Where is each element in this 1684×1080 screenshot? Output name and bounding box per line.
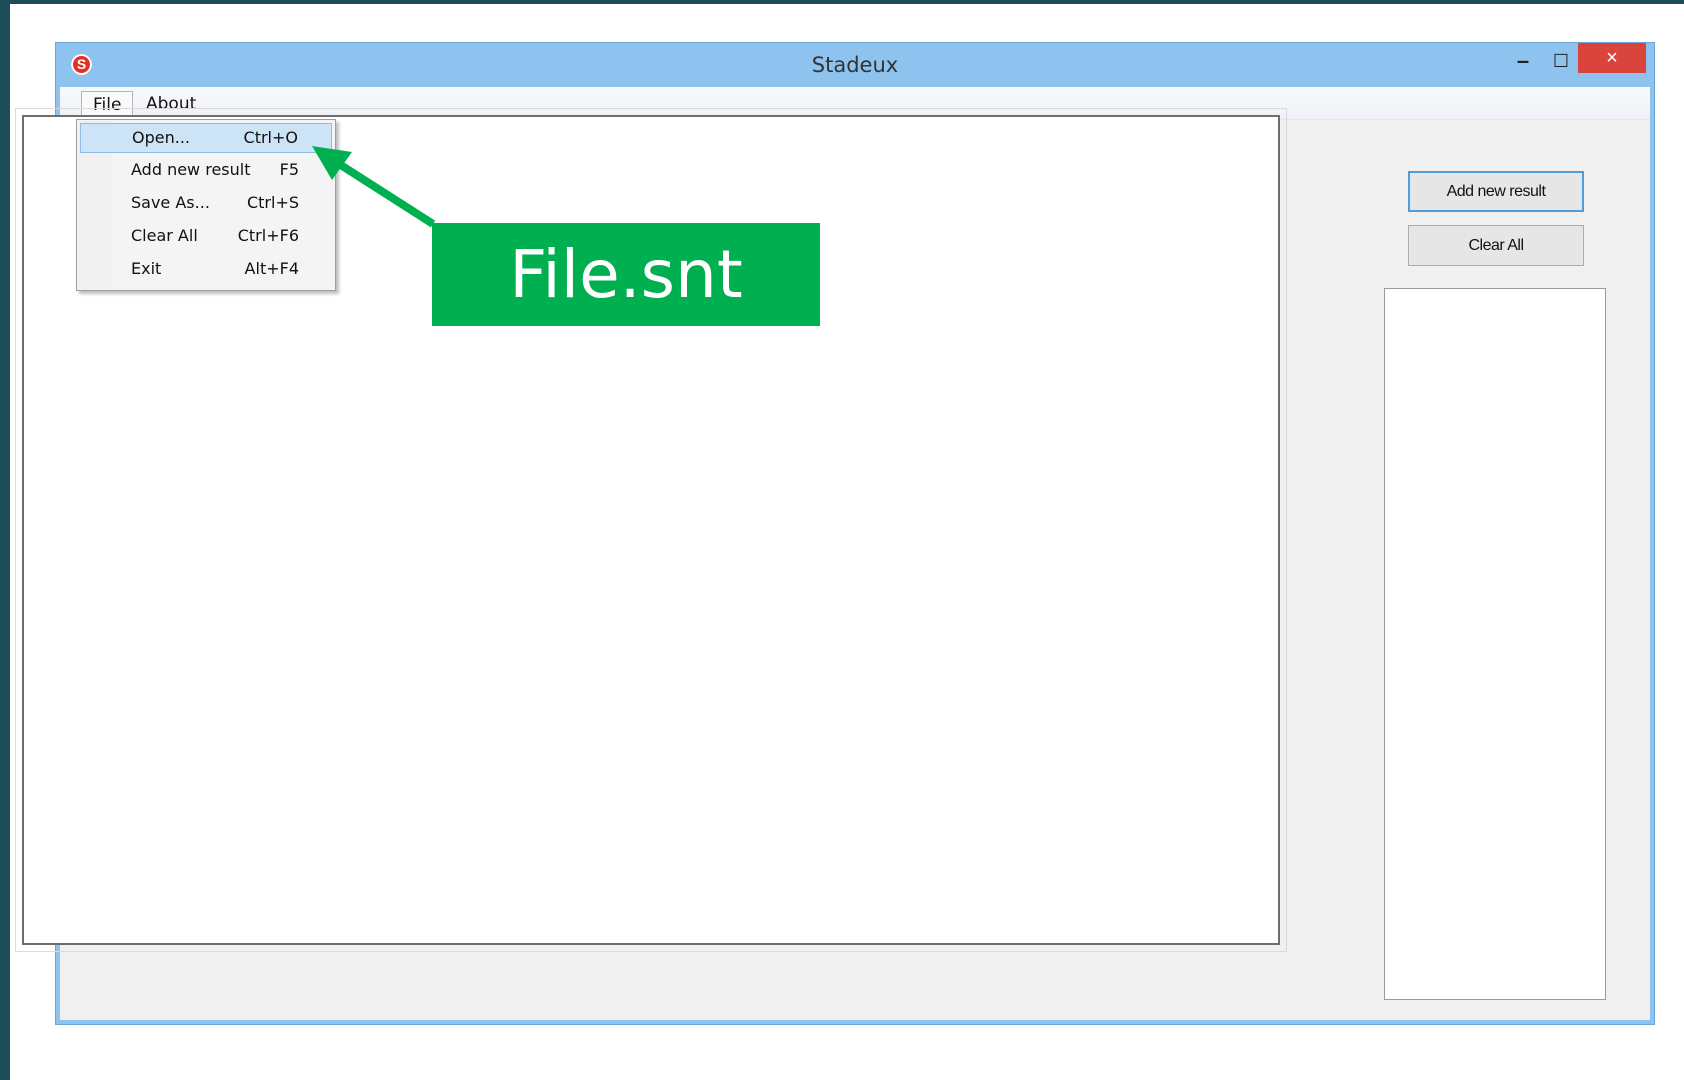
slide-left-bar [0,0,10,1080]
menu-item-clear-all[interactable]: Clear All Ctrl+F6 [80,221,332,251]
menu-item-shortcut: F5 [279,160,299,179]
add-new-result-button[interactable]: Add new result [1408,171,1584,212]
menu-item-label: Exit [131,259,162,278]
window-title: Stadeux [811,53,899,77]
annotation-callout: File.snt [432,223,820,326]
menu-item-shortcut: Alt+F4 [244,259,299,278]
menu-item-label: Add new result [131,160,251,179]
maximize-button[interactable]: ☐ [1546,49,1576,75]
menu-item-label: Save As... [131,193,210,212]
menu-item-label: Clear All [131,226,198,245]
menu-item-exit[interactable]: Exit Alt+F4 [80,254,332,284]
close-button[interactable]: × [1578,43,1646,73]
menu-item-save-as[interactable]: Save As... Ctrl+S [80,188,332,218]
menu-about[interactable]: About [146,91,196,118]
callout-text: File.snt [509,236,743,313]
results-list[interactable] [1384,288,1606,1000]
menu-item-add-new-result[interactable]: Add new result F5 [80,155,332,185]
file-dropdown-menu: Open... Ctrl+O Add new result F5 Save As… [76,119,336,291]
clear-all-button[interactable]: Clear All [1408,225,1584,266]
title-bar[interactable]: S Stadeux – ☐ × [56,43,1654,87]
slide-top-bar [0,0,1684,4]
menu-item-label: Open... [132,128,190,147]
menu-item-shortcut: Ctrl+S [246,193,299,212]
menu-item-open[interactable]: Open... Ctrl+O [80,123,332,153]
menu-item-shortcut: Ctrl+O [243,128,298,147]
minimize-button[interactable]: – [1508,49,1538,75]
menu-item-shortcut: Ctrl+F6 [237,226,299,245]
